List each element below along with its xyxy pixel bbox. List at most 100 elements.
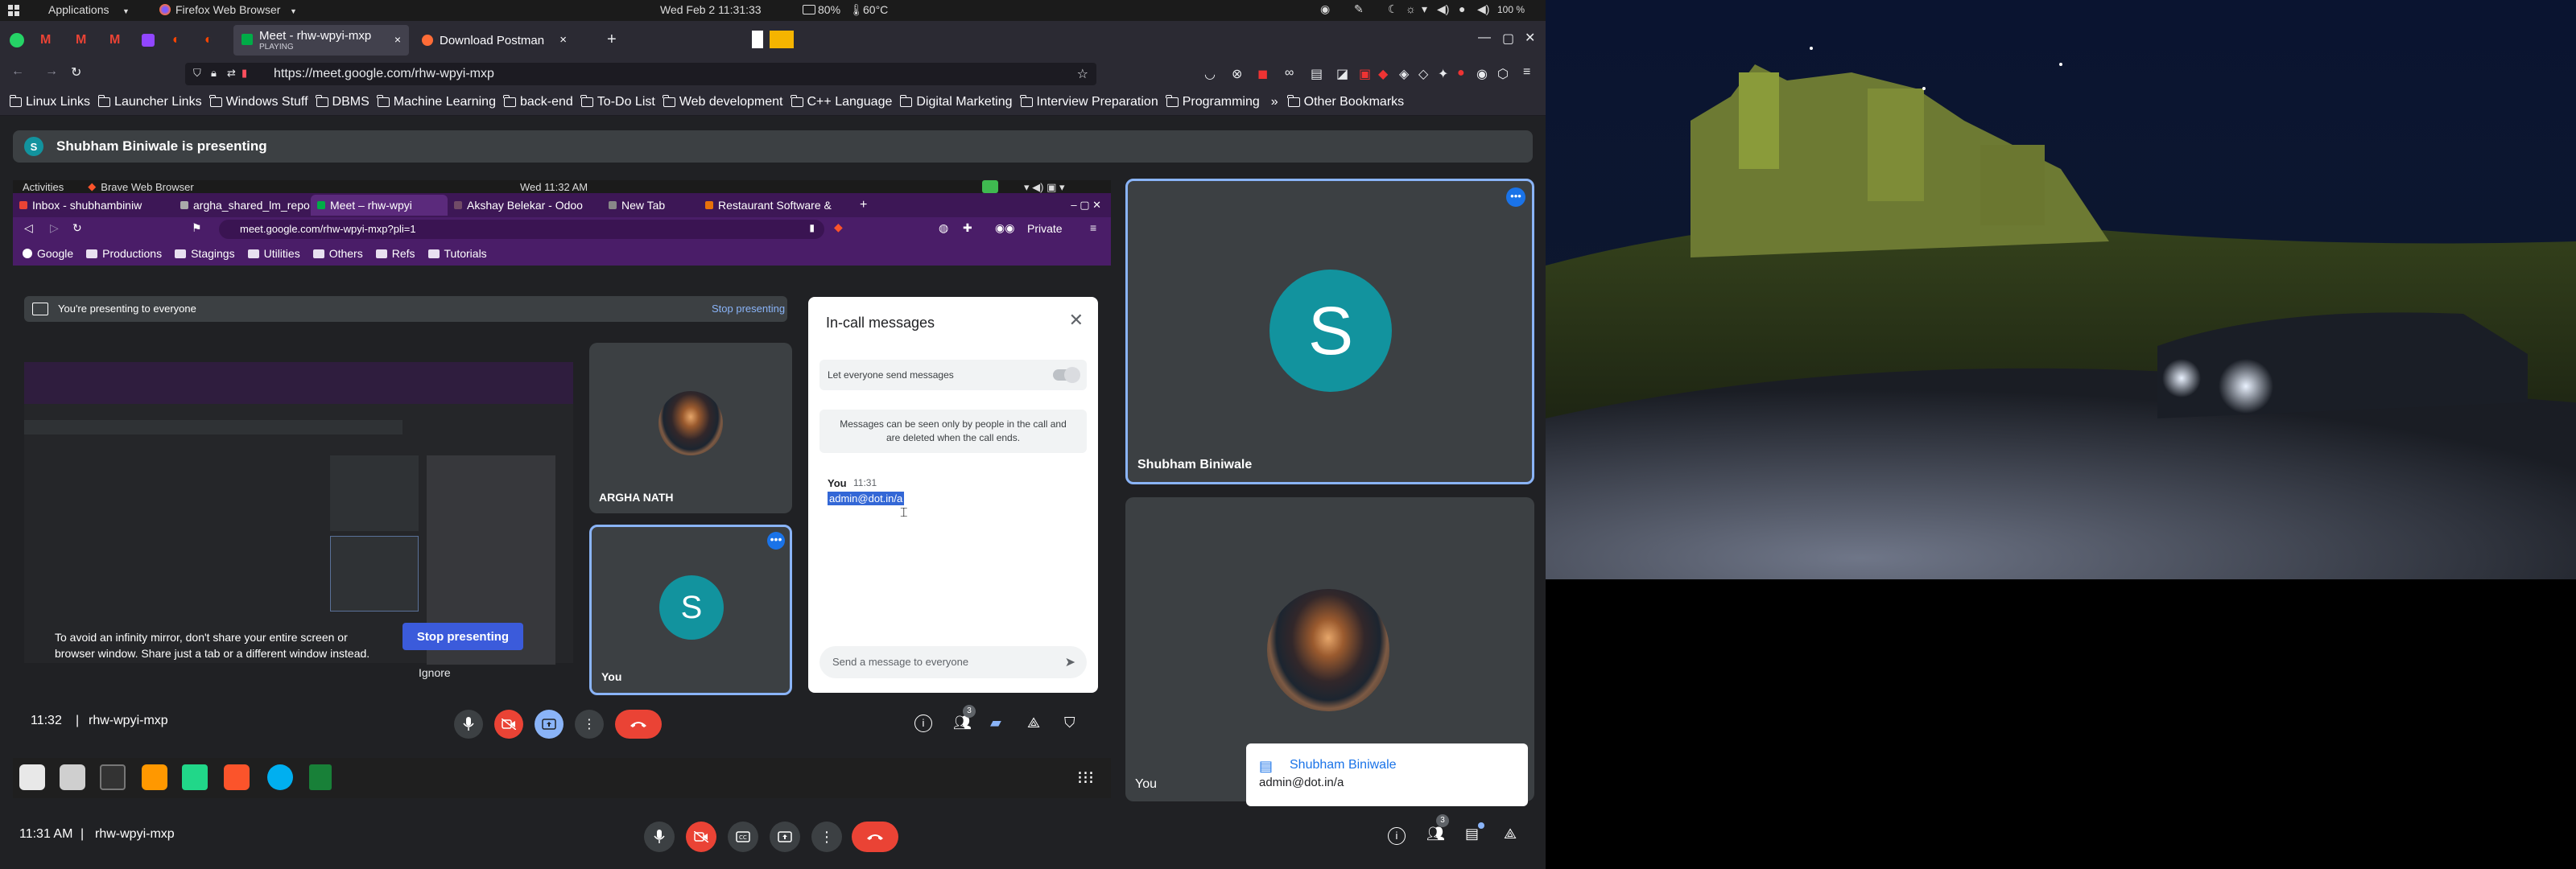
bookmark-item[interactable]: Interview Preparation: [1020, 94, 1158, 109]
extension-icon[interactable]: ◇: [1418, 66, 1428, 82]
tab-close-icon[interactable]: ×: [559, 33, 567, 47]
bookmark-label: To-Do List: [597, 94, 655, 109]
permissions-icon[interactable]: ⇄: [227, 67, 236, 80]
reload-icon[interactable]: ↻: [71, 64, 81, 80]
separator: |: [80, 827, 85, 841]
minimize-icon[interactable]: —: [1478, 31, 1491, 45]
extension-icon[interactable]: ◉: [1476, 66, 1488, 82]
extension-icon[interactable]: ⊗: [1232, 66, 1242, 82]
extension-icon[interactable]: ✦: [1438, 66, 1448, 82]
info-icon[interactable]: i: [1388, 827, 1406, 845]
tab-meet[interactable]: Meet - rhw-wpyi-mxp PLAYING ×: [233, 25, 409, 56]
brave-icon: ◆: [88, 180, 97, 192]
chat-icon: ▰: [990, 715, 1001, 731]
bookmark-item[interactable]: Digital Marketing: [899, 94, 1013, 109]
mirror-bar: [24, 420, 402, 434]
twitch-icon[interactable]: [142, 34, 155, 47]
shared-bookmark: Stagings: [175, 247, 235, 260]
bookmark-item[interactable]: back-end: [503, 94, 573, 109]
gmail-icon[interactable]: M: [109, 33, 120, 47]
extension-icon[interactable]: ◆: [1378, 66, 1388, 82]
more-options-button[interactable]: ⋮: [811, 822, 842, 852]
bookmark-star-icon[interactable]: ☆: [1077, 66, 1088, 82]
app-icon[interactable]: ◐: [204, 33, 213, 47]
url-text[interactable]: https://meet.google.com/rhw-wpyi-mxp: [274, 67, 494, 81]
new-tab-icon[interactable]: +: [607, 31, 617, 49]
bookmark-item[interactable]: Web development: [663, 94, 783, 109]
extension-icon[interactable]: ◈: [1399, 66, 1409, 82]
bookmark-item[interactable]: Linux Links: [9, 94, 90, 109]
maximize-icon[interactable]: ▢: [1502, 31, 1514, 47]
extension-icon[interactable]: ▣: [1359, 66, 1371, 82]
lock-icon[interactable]: 🔒︎: [211, 67, 217, 80]
apps-grid-icon[interactable]: [8, 5, 19, 16]
mic-button[interactable]: [644, 822, 675, 852]
discord-icon[interactable]: ◉: [1320, 2, 1330, 16]
folder-icon: [663, 94, 675, 107]
pocket-icon[interactable]: ◡: [1204, 66, 1216, 82]
browser-menu[interactable]: Firefox Web Browser: [175, 3, 280, 16]
extensions-icon[interactable]: ⬡: [1497, 66, 1509, 82]
bookmark-item[interactable]: Machine Learning: [377, 94, 496, 109]
applications-menu[interactable]: Applications: [48, 3, 109, 16]
bookmark-item[interactable]: DBMS: [316, 94, 369, 109]
hangup-button[interactable]: [852, 822, 898, 852]
input-placeholder: Send a message to everyone: [832, 656, 969, 668]
panel-title: In-call messages: [826, 315, 935, 331]
app-icon[interactable]: ◐: [172, 33, 180, 47]
cursor-icon: ⌶: [900, 506, 908, 520]
whatsapp-icon[interactable]: [10, 33, 24, 47]
skype-icon: [267, 764, 293, 790]
captions-button[interactable]: CC: [728, 822, 758, 852]
recording-icon[interactable]: ▮: [242, 67, 247, 80]
shield-icon[interactable]: ⛉: [193, 67, 201, 80]
chat-toast[interactable]: ▤ Shubham Biniwale admin@dot.in/a: [1246, 743, 1528, 806]
activities-icon[interactable]: ⟁: [1504, 826, 1517, 842]
tile-shubham[interactable]: ••• S Shubham Biniwale: [1125, 179, 1534, 484]
shared-tab-title: Meet – rhw-wpyi: [330, 199, 412, 212]
present-button[interactable]: [770, 822, 800, 852]
close-window-icon[interactable]: ✕: [1525, 30, 1535, 46]
extension-icon[interactable]: ◼: [1257, 66, 1268, 82]
activities: Activities: [23, 180, 64, 193]
bookmark-item[interactable]: Programming: [1166, 94, 1260, 109]
extension-icon[interactable]: ◪: [1336, 66, 1348, 82]
back-icon[interactable]: ←: [11, 64, 24, 79]
gmail-icon[interactable]: M: [40, 33, 51, 47]
brightness-icon[interactable]: ☼: [1406, 2, 1416, 15]
other-bookmarks[interactable]: Other Bookmarks: [1287, 94, 1404, 109]
camera-button[interactable]: [686, 822, 716, 852]
shared-bookmark-label: Stagings: [191, 247, 235, 260]
tile-name: Shubham Biniwale: [1137, 458, 1253, 472]
people-icon[interactable]: 👥︎: [1426, 826, 1445, 842]
extension-icon[interactable]: ●: [1457, 66, 1465, 80]
bookmark-item[interactable]: Windows Stuff: [209, 94, 308, 109]
present-icon: [535, 710, 564, 739]
menu-icon[interactable]: ≡: [1523, 65, 1530, 80]
extension-icon[interactable]: ∞: [1285, 66, 1294, 80]
forward-icon[interactable]: →: [45, 64, 58, 79]
microphone-icon[interactable]: ●: [1459, 2, 1465, 15]
clock[interactable]: Wed Feb 2 11:31:33: [660, 3, 762, 16]
night-mode-icon[interactable]: ☾: [1388, 2, 1398, 16]
volume-icon[interactable]: ◀): [1437, 2, 1449, 16]
tab-subtitle: PLAYING: [259, 42, 294, 51]
bookmark-item[interactable]: C++ Language: [791, 94, 892, 109]
bookmark-label: Interview Preparation: [1036, 94, 1158, 109]
tab-postman[interactable]: Download Postman ×: [414, 25, 575, 56]
shared-url-bar: meet.google.com/rhw-wpyi-mxp?pli=1 ▮: [219, 220, 824, 239]
speaker-icon[interactable]: ◀): [1477, 2, 1489, 16]
wifi-icon[interactable]: ▾: [1422, 2, 1427, 16]
bookmark-item[interactable]: To-Do List: [580, 94, 655, 109]
url-bar[interactable]: ⛉ 🔒︎ ⇄ ▮ https://meet.google.com/rhw-wpy…: [185, 63, 1096, 85]
gmail-icon[interactable]: M: [76, 33, 86, 47]
tool-icon[interactable]: ✎: [1354, 2, 1364, 16]
extension-icon[interactable]: ▤: [1311, 66, 1323, 82]
shared-tab: Restaurant Software &: [699, 195, 844, 216]
shared-bookmark: Productions: [86, 247, 162, 260]
bookmark-item[interactable]: Launcher Links: [97, 94, 202, 109]
chat-icon[interactable]: ▤: [1465, 826, 1479, 842]
more-options-icon[interactable]: •••: [1506, 187, 1525, 207]
more-bookmarks-icon[interactable]: »: [1271, 95, 1278, 109]
tab-close-icon[interactable]: ×: [394, 33, 401, 46]
